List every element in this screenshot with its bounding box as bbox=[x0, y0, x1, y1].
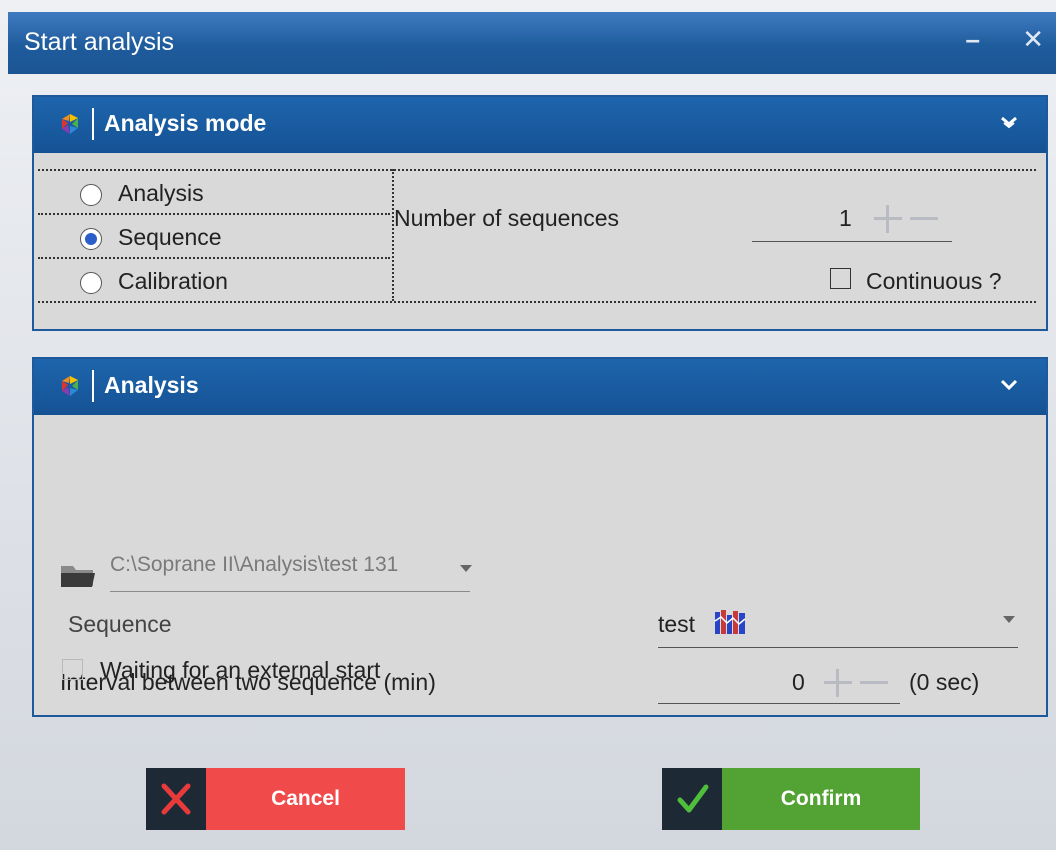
start-analysis-dialog: Start analysis – ✕ Analysis mode Analysi… bbox=[0, 0, 1056, 850]
analysis-mode-body: Analysis Sequence Calibration Number of … bbox=[34, 153, 1046, 321]
continuous-checkbox[interactable] bbox=[830, 268, 851, 289]
radio-button[interactable] bbox=[80, 228, 102, 250]
confirm-label: Confirm bbox=[722, 768, 920, 830]
sequence-chart-icon bbox=[714, 610, 746, 634]
close-button[interactable]: ✕ bbox=[1022, 24, 1044, 55]
divider bbox=[38, 169, 1036, 171]
stepper-underline bbox=[752, 241, 952, 242]
sequence-select[interactable]: test bbox=[658, 611, 695, 638]
external-start-label: Waiting for an external start bbox=[100, 657, 381, 683]
external-start-checkbox[interactable] bbox=[62, 659, 83, 680]
palette-logo-icon bbox=[62, 376, 78, 396]
sequence-underline bbox=[658, 647, 1018, 648]
analysis-mode-header[interactable]: Analysis mode bbox=[34, 97, 1046, 153]
divider bbox=[392, 169, 394, 301]
radio-label: Sequence bbox=[118, 224, 222, 250]
radio-label: Calibration bbox=[118, 268, 228, 294]
interval-value[interactable]: 0 bbox=[792, 669, 805, 696]
confirm-button[interactable]: Confirm bbox=[662, 768, 920, 830]
radio-label: Analysis bbox=[118, 180, 204, 206]
cancel-button[interactable]: Cancel bbox=[146, 768, 405, 830]
window-title: Start analysis bbox=[24, 28, 175, 56]
sequences-value[interactable]: 1 bbox=[839, 205, 852, 232]
palette-logo-icon bbox=[62, 114, 78, 134]
header-separator bbox=[92, 108, 94, 140]
analysis-mode-title: Analysis mode bbox=[104, 110, 267, 136]
decrement-button[interactable] bbox=[910, 205, 938, 233]
radio-button[interactable] bbox=[80, 272, 102, 294]
close-x-icon bbox=[146, 768, 206, 830]
folder-icon[interactable] bbox=[60, 560, 96, 588]
analysis-mode-panel: Analysis mode Analysis Sequence Calibrat… bbox=[32, 95, 1048, 331]
collapse-chevron-icon[interactable] bbox=[998, 373, 1020, 395]
header-separator bbox=[92, 370, 94, 402]
minimize-button[interactable]: – bbox=[966, 24, 980, 55]
increment-button[interactable] bbox=[874, 205, 902, 233]
radio-button[interactable] bbox=[80, 184, 102, 206]
analysis-path[interactable]: C:\Soprane II\Analysis\test 131 bbox=[110, 553, 398, 577]
divider bbox=[38, 213, 390, 215]
path-underline bbox=[110, 591, 470, 592]
increment-button[interactable] bbox=[824, 669, 852, 697]
path-dropdown-arrow[interactable] bbox=[460, 565, 472, 572]
sequence-dropdown-arrow[interactable] bbox=[1003, 616, 1015, 623]
divider bbox=[38, 257, 390, 259]
analysis-title: Analysis bbox=[104, 372, 199, 398]
analysis-header[interactable]: Analysis bbox=[34, 359, 1046, 415]
analysis-panel: Analysis C:\Soprane II\Analysis\test 131… bbox=[32, 357, 1048, 717]
decrement-button[interactable] bbox=[860, 669, 888, 697]
collapse-chevron-icon[interactable] bbox=[998, 111, 1020, 133]
sequence-label: Sequence bbox=[68, 611, 172, 637]
divider bbox=[38, 301, 1036, 303]
continuous-label: Continuous ? bbox=[866, 268, 1002, 294]
check-icon bbox=[662, 768, 722, 830]
number-of-sequences-label: Number of sequences bbox=[394, 205, 620, 231]
interval-underline bbox=[658, 703, 900, 704]
title-bar: Start analysis – ✕ bbox=[8, 12, 1056, 74]
interval-seconds: (0 sec) bbox=[909, 669, 980, 695]
cancel-label: Cancel bbox=[206, 768, 405, 830]
